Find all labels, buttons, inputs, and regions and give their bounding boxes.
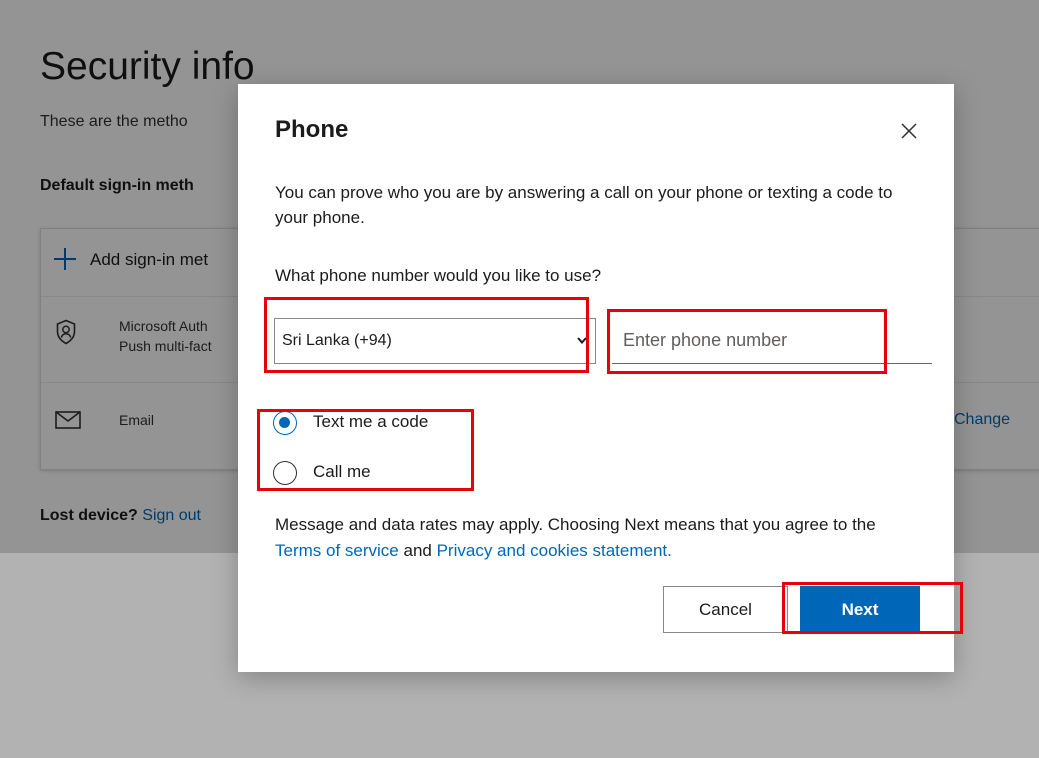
terms-of-service-link[interactable]: Terms of service [275,541,399,560]
close-button[interactable] [896,118,922,144]
disclaimer-text: Message and data rates may apply. Choosi… [275,515,876,534]
phone-number-field [612,318,932,364]
text-me-a-code-radio[interactable] [273,411,297,435]
chevron-down-icon [575,333,589,352]
dialog-description: You can prove who you are by answering a… [275,183,893,227]
close-icon [901,123,917,139]
disclaimer-conjunction: and [403,541,432,560]
call-me-radio[interactable] [273,461,297,485]
rates-disclaimer: Message and data rates may apply. Choosi… [275,512,915,564]
text-me-a-code-label[interactable]: Text me a code [313,412,428,432]
cancel-button[interactable]: Cancel [663,586,788,633]
dialog-title: Phone [275,116,349,143]
country-code-select[interactable]: Sri Lanka (+94) [274,318,596,364]
next-button[interactable]: Next [800,586,920,633]
privacy-statement-link[interactable]: Privacy and cookies statement. [437,541,672,560]
call-me-label[interactable]: Call me [313,462,371,482]
phone-dialog: Phone You can prove who you are by answe… [238,84,954,672]
country-code-value: Sri Lanka (+94) [282,332,392,349]
phone-number-input[interactable] [612,318,932,362]
phone-number-question: What phone number would you like to use? [275,266,602,285]
